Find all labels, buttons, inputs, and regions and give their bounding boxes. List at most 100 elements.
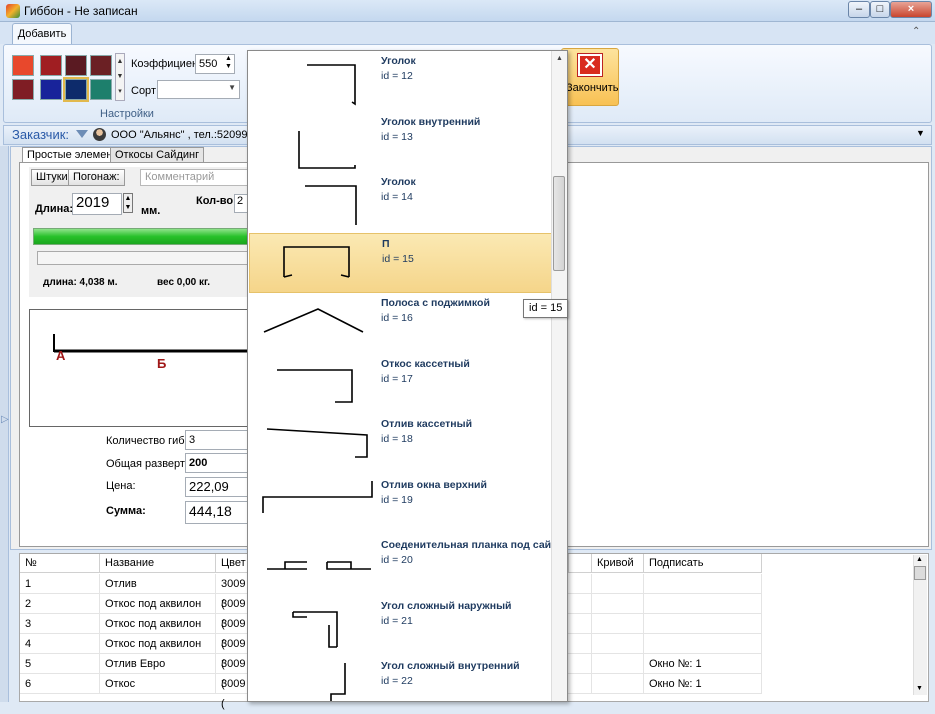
dropdown-item-id: id = 16 xyxy=(381,312,413,324)
ribbon-tab-strip xyxy=(0,22,935,44)
running-meter-button[interactable]: Погонаж: xyxy=(68,169,125,186)
color-swatch[interactable] xyxy=(40,55,62,76)
table-cell xyxy=(644,594,762,614)
corner-profile-icon xyxy=(307,64,356,106)
cassette-slope-icon xyxy=(277,368,353,403)
col-header-crooked[interactable]: Кривой xyxy=(592,554,644,573)
tooltip: id = 15 xyxy=(523,299,569,318)
dropdown-item[interactable]: Отлив кассетный id = 18 xyxy=(249,414,553,474)
price-value: 222,09 xyxy=(185,477,248,497)
table-cell xyxy=(592,614,644,634)
close-button[interactable]: × xyxy=(890,1,932,18)
color-swatch[interactable] xyxy=(65,55,87,76)
scroll-up-icon[interactable]: ▲ xyxy=(556,55,563,62)
quantity-input[interactable]: 2 xyxy=(234,194,248,213)
maximize-button[interactable]: □ xyxy=(870,1,890,18)
table-cell: Окно №: 1 xyxy=(644,674,762,694)
siding-joint-strip-icon xyxy=(267,561,371,570)
table-cell xyxy=(644,614,762,634)
dropdown-item[interactable]: Соеденительная планка под сайдинг id = 20 xyxy=(249,535,567,595)
table-cell: Откос под аквилон xyxy=(100,594,216,614)
col-header-blank[interactable] xyxy=(568,554,592,573)
point-a-label: А xyxy=(56,348,66,363)
coefficient-spinner[interactable]: ▲ ▼ xyxy=(225,55,232,71)
profile-dropdown-list[interactable]: Уголок id = 12 Уголок внутренний id = 13 Уго… xyxy=(247,50,568,702)
table-cell: Откос под аквилон xyxy=(100,614,216,634)
dropdown-item[interactable]: Уголок внутренний id = 13 xyxy=(249,112,553,172)
dropdown-scrollbar[interactable] xyxy=(551,51,567,701)
table-cell: 3009 ( xyxy=(216,574,248,610)
comment-input[interactable]: Комментарий xyxy=(140,169,248,186)
table-scroll-thumb[interactable] xyxy=(914,566,926,580)
color-swatch[interactable] xyxy=(12,79,34,100)
ridge-strip-icon xyxy=(263,308,364,333)
u-profile-icon xyxy=(283,245,350,278)
dropdown-item-id: id = 12 xyxy=(381,70,413,82)
dropdown-item[interactable]: Откос кассетный id = 17 xyxy=(249,354,553,414)
table-cell: Откос xyxy=(100,674,216,694)
col-header-name[interactable]: Название xyxy=(100,554,216,573)
dropdown-item-name: Соеденительная планка под сайдинг xyxy=(381,539,568,551)
ribbon-collapse-icon[interactable]: ⌃ xyxy=(912,26,920,37)
table-cell xyxy=(568,614,592,634)
bends-value[interactable]: 3 xyxy=(185,430,248,450)
table-cell: Окно №: 1 xyxy=(644,654,762,674)
cassette-sill-icon xyxy=(266,428,368,458)
table-cell: 3009 ( xyxy=(216,654,248,690)
dropdown-item-name: Угол сложный внутренний xyxy=(381,660,520,672)
dropdown-item-name: Отлив кассетный xyxy=(381,418,473,430)
dropdown-item-name: Уголок внутренний xyxy=(381,115,481,128)
table-cell: 1 xyxy=(20,574,100,594)
color-swatch[interactable] xyxy=(90,79,112,100)
customer-expand-icon[interactable] xyxy=(76,130,88,138)
dropdown-item[interactable]: Полоса с поджимкой id = 16 xyxy=(249,293,553,353)
length-spinner[interactable]: ▲ ▼ xyxy=(123,193,133,213)
mm-unit-label: мм. xyxy=(141,205,161,217)
profile-sketch-icon xyxy=(53,334,249,353)
ribbon-tab-add[interactable]: Добавить xyxy=(12,23,72,45)
table-cell xyxy=(644,574,762,594)
dropdown-item-name: Угол сложный наружный xyxy=(381,599,512,612)
scroll-down-icon[interactable]: ▼ xyxy=(916,685,923,692)
sum-value: 444,18 xyxy=(185,501,248,524)
table-cell: Отлив xyxy=(100,574,216,594)
dropdown-item[interactable]: Отлив окна верхний id = 19 xyxy=(249,475,553,535)
dropdown-item[interactable]: Уголок id = 14 xyxy=(249,172,553,232)
dropdown-item[interactable]: Пid = 15 xyxy=(249,232,553,293)
scroll-up-icon[interactable]: ▲ xyxy=(916,556,923,563)
table-cell: 3009 ( xyxy=(216,634,248,670)
color-swatch[interactable] xyxy=(40,79,62,100)
dropdown-item-name: Полоса с поджимкой xyxy=(381,297,490,309)
table-cell: 3 xyxy=(20,614,100,634)
table-cell: 2 xyxy=(20,594,100,614)
minimize-button[interactable]: – xyxy=(848,1,870,18)
title-bar xyxy=(0,0,935,22)
progress-bar xyxy=(33,228,248,245)
expand-right-icon[interactable]: ▷ xyxy=(1,414,9,425)
color-swatch[interactable] xyxy=(12,55,34,76)
dropdown-scroll-thumb[interactable] xyxy=(553,176,565,271)
inner-corner-profile-icon xyxy=(298,130,356,169)
table-cell xyxy=(592,574,644,594)
col-header-sign[interactable]: Подписать xyxy=(644,554,762,573)
dropdown-item[interactable]: Уголок id = 12 xyxy=(249,51,553,111)
dropdown-item[interactable]: Угол сложный наружный id = 21 xyxy=(249,596,553,656)
finish-label: Закончить xyxy=(566,82,619,94)
palette-scroll[interactable]: ▲ ▼ ▾ xyxy=(115,53,125,101)
sort-select[interactable]: ▼ xyxy=(157,80,240,99)
col-header-color[interactable]: Цвет xyxy=(216,554,248,573)
tab-siding-slopes[interactable]: Откосы Сайдинг xyxy=(110,147,205,163)
table-cell xyxy=(568,674,592,694)
length-label: Длина: xyxy=(35,203,74,215)
customer-dropdown-icon[interactable]: ▼ xyxy=(916,128,925,138)
dropdown-item[interactable]: Угол сложный внутренний id = 22 xyxy=(249,656,553,701)
dropdown-item-name: П xyxy=(382,237,390,250)
col-header-number[interactable]: № xyxy=(20,554,100,573)
table-cell xyxy=(568,574,592,594)
color-swatch[interactable] xyxy=(63,77,89,102)
settings-group-label: Настройки xyxy=(100,108,154,120)
unfold-value[interactable]: 200 xyxy=(185,453,248,473)
color-swatch[interactable] xyxy=(90,55,112,76)
table-cell xyxy=(568,634,592,654)
length-input[interactable]: 2019 xyxy=(72,193,122,215)
